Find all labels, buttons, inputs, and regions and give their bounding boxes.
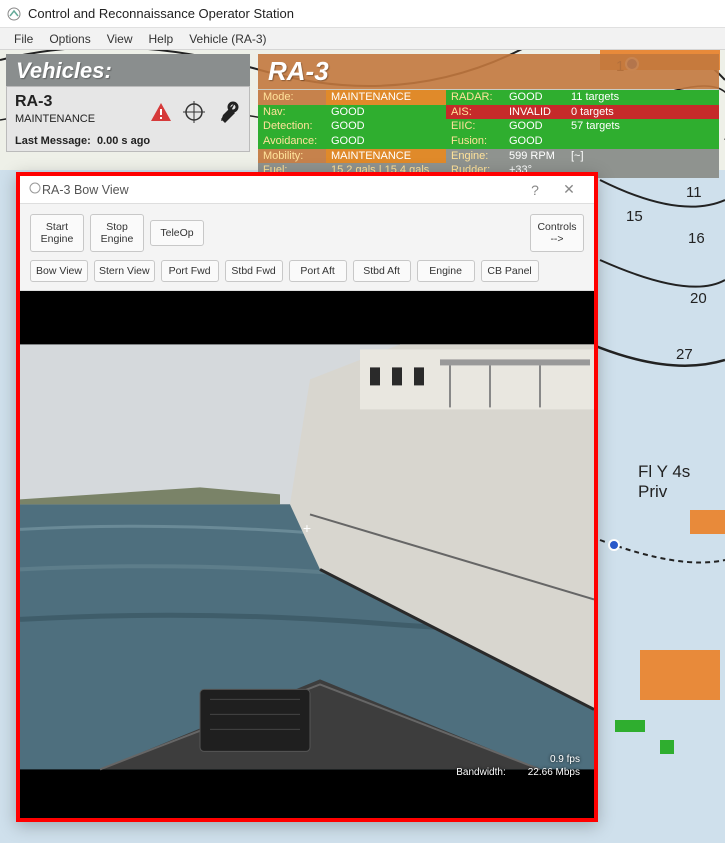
lbl-nav: Nav: [258,105,326,120]
target-icon[interactable] [183,101,205,123]
vehicles-panel: Vehicles: RA-3 MAINTENANCE Last Message:… [6,54,250,178]
map-depth-11: 11 [686,184,702,201]
val-radar: GOOD [504,90,566,105]
val-engine: 599 RPM [504,149,566,164]
vehicles-header: Vehicles: [6,54,250,86]
app-titlebar: Control and Reconnaissance Operator Stat… [0,0,725,28]
stbd-fwd-button[interactable]: Stbd Fwd [225,260,283,282]
lbl-eiic: EIIC: [446,119,504,134]
status-panel: RA-3 Mode: MAINTENANCE RADAR: GOOD 11 ta… [258,54,719,178]
val-avoid: GOOD [326,134,446,149]
lbl-mobility: Mobility: [258,149,326,164]
menu-options[interactable]: Options [41,30,98,48]
start-engine-button[interactable]: Start Engine [30,214,84,252]
stop-engine-button[interactable]: Stop Engine [90,214,144,252]
val-mobility: MAINTENANCE [326,149,446,164]
telemetry-grid: Mode: MAINTENANCE RADAR: GOOD 11 targets… [258,89,719,178]
stern-view-button[interactable]: Stern View [94,260,155,282]
val-radar-tgt: 11 targets [566,90,719,105]
val-nav: GOOD [326,105,446,120]
fps-value: 0.9 fps [550,754,580,765]
controls-button[interactable]: Controls --> [530,214,584,252]
bandwidth-label: Bandwidth: [456,767,505,778]
crosshair-icon: + [303,520,311,536]
engine-button[interactable]: Engine [417,260,475,282]
port-fwd-button[interactable]: Port Fwd [161,260,219,282]
lbl-detection: Detection: [258,119,326,134]
val-ais-tgt: 0 targets [566,105,719,120]
val-engine-x: [~] [566,149,719,164]
val-mode: MAINTENANCE [326,90,446,105]
lbl-mode: Mode: [258,90,326,105]
lbl-engine: Engine: [446,149,504,164]
tools-icon[interactable] [215,99,241,125]
status-header: RA-3 [258,54,719,89]
camera-titlebar[interactable]: RA-3 Bow View ? ✕ [20,176,594,204]
lbl-avoid: Avoidance: [258,134,326,149]
map-label-priv: Priv [638,482,667,502]
bow-view-button[interactable]: Bow View [30,260,88,282]
camera-window: RA-3 Bow View ? ✕ Start Engine Stop Engi… [16,172,598,822]
lbl-ais: AIS: [446,105,504,120]
stbd-aft-button[interactable]: Stbd Aft [353,260,411,282]
map-depth-27: 27 [676,346,693,363]
val-eiic: GOOD [504,119,566,134]
menubar: File Options View Help Vehicle (RA-3) [0,28,725,50]
port-aft-button[interactable]: Port Aft [289,260,347,282]
val-detection: GOOD [326,119,446,134]
vehicle-lastmsg-value: 0.00 s ago [97,135,150,147]
close-button[interactable]: ✕ [552,181,586,198]
map-depth-15: 15 [626,208,643,225]
map-label-fly4s: Fl Y 4s [638,462,690,482]
camera-title: RA-3 Bow View [42,183,129,197]
menu-file[interactable]: File [6,30,41,48]
camera-overlay: 0.9 fps Bandwidth: 22.66 Mbps [456,752,580,778]
val-eiic-tgt: 57 targets [566,119,719,134]
warning-icon [149,101,173,123]
teleop-button[interactable]: TeleOp [150,220,204,246]
help-button[interactable]: ? [518,182,552,198]
camera-toolbar: Start Engine Stop Engine TeleOp Controls… [20,204,594,291]
vehicle-card-ra3[interactable]: RA-3 MAINTENANCE Last Message: 0.00 s ag… [6,86,250,152]
menu-view[interactable]: View [99,30,141,48]
lbl-radar: RADAR: [446,90,504,105]
map-depth-20: 20 [690,290,707,307]
camera-window-icon [28,181,42,198]
camera-feed[interactable]: + 0.9 fps Bandwidth: 22.66 Mbps [20,291,594,818]
menu-help[interactable]: Help [141,30,182,48]
vehicle-lastmsg: Last Message: 0.00 s ago [15,135,241,147]
val-ais: INVALID [504,105,566,120]
menu-vehicle[interactable]: Vehicle (RA-3) [181,30,274,48]
app-title: Control and Reconnaissance Operator Stat… [28,6,294,21]
val-fusion: GOOD [504,134,566,149]
cb-panel-button[interactable]: CB Panel [481,260,539,282]
vehicle-lastmsg-label: Last Message: [15,135,91,147]
map-depth-16: 16 [688,230,705,247]
val-fusion-x [566,134,719,149]
bandwidth-value: 22.66 Mbps [528,767,580,778]
app-icon [6,6,22,22]
lbl-fusion: Fusion: [446,134,504,149]
